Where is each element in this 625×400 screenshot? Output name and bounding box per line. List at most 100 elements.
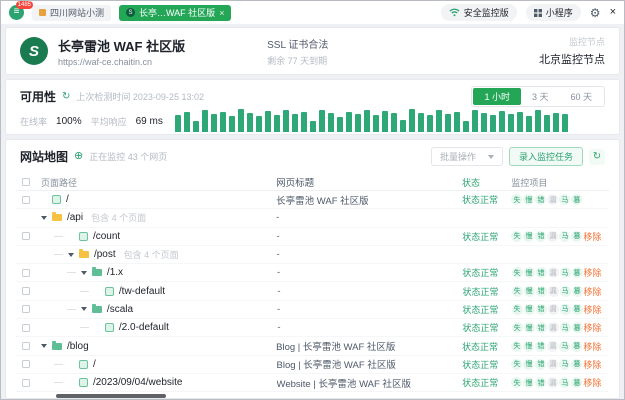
monitor-tag-4[interactable]: 漏 — [547, 359, 558, 370]
monitor-tag-5[interactable]: 马 — [559, 194, 570, 205]
monitor-tag-2[interactable]: 慢 — [523, 377, 534, 388]
page-path[interactable]: / — [93, 359, 96, 370]
row-checkbox[interactable] — [22, 287, 30, 295]
monitor-tag-3[interactable]: 错 — [535, 341, 546, 352]
monitor-tag-6[interactable]: 篡 — [572, 322, 583, 333]
monitor-tag-4[interactable]: 漏 — [548, 304, 559, 315]
add-monitor-task-button[interactable]: 录入监控任务 — [509, 147, 583, 166]
remove-link[interactable]: 移除 — [583, 285, 609, 298]
range-button-2[interactable]: 60 天 — [559, 88, 603, 105]
range-button-1[interactable]: 3 天 — [521, 88, 560, 105]
page-path[interactable]: /api — [67, 212, 83, 223]
monitor-tag-2[interactable]: 慢 — [524, 304, 535, 315]
monitor-tag-5[interactable]: 马 — [559, 377, 570, 388]
tab-site-2[interactable]: S 长亭…WAF 社区版 × — [119, 5, 231, 21]
tree-caret-icon[interactable] — [81, 307, 87, 311]
monitor-tag-3[interactable]: 错 — [536, 322, 547, 333]
page-path[interactable]: /tw-default — [119, 286, 165, 297]
select-all-checkbox[interactable] — [22, 178, 30, 186]
monitor-tag-2[interactable]: 慢 — [524, 286, 535, 297]
row-checkbox[interactable] — [22, 305, 30, 313]
monitor-tag-5[interactable]: 马 — [560, 304, 571, 315]
monitor-tag-6[interactable]: 篡 — [572, 304, 583, 315]
monitor-tag-3[interactable]: 错 — [535, 231, 546, 242]
row-checkbox[interactable] — [22, 342, 30, 350]
row-checkbox[interactable] — [22, 269, 30, 277]
miniapp-button[interactable]: 小程序 — [526, 4, 581, 21]
row-checkbox[interactable] — [22, 360, 30, 368]
app-menu-avatar[interactable]: ≡ 1485 — [9, 5, 24, 20]
monitor-tag-2[interactable]: 慢 — [523, 231, 534, 242]
monitor-tag-4[interactable]: 漏 — [548, 267, 559, 278]
monitor-tag-4[interactable]: 漏 — [547, 194, 558, 205]
monitor-tag-4[interactable]: 漏 — [548, 322, 559, 333]
monitor-tag-3[interactable]: 错 — [536, 304, 547, 315]
monitor-tag-6[interactable]: 篡 — [571, 377, 582, 388]
horizontal-scrollbar[interactable] — [56, 394, 166, 398]
page-path[interactable]: /scala — [107, 304, 133, 315]
monitor-tag-3[interactable]: 错 — [535, 359, 546, 370]
monitor-tag-5[interactable]: 马 — [560, 267, 571, 278]
remove-link[interactable]: 移除 — [583, 266, 609, 279]
remove-link[interactable]: 移除 — [583, 358, 609, 371]
settings-gear-icon[interactable]: ⚙ — [590, 7, 601, 19]
row-checkbox[interactable] — [22, 379, 30, 387]
sitemap-refresh-button[interactable]: ↻ — [589, 149, 605, 165]
monitor-tag-6[interactable]: 篡 — [571, 359, 582, 370]
monitor-tag-2[interactable]: 慢 — [523, 359, 534, 370]
tree-caret-icon[interactable] — [81, 271, 87, 275]
remove-link[interactable]: 移除 — [583, 230, 609, 243]
remove-link[interactable]: 移除 — [583, 340, 609, 353]
monitor-tag-2[interactable]: 慢 — [523, 341, 534, 352]
monitor-tag-3[interactable]: 错 — [535, 194, 546, 205]
monitor-tag-6[interactable]: 篡 — [572, 267, 583, 278]
remove-link[interactable]: 移除 — [583, 303, 609, 316]
monitor-tag-6[interactable]: 篡 — [571, 341, 582, 352]
refresh-icon[interactable]: ↻ — [62, 92, 70, 102]
tree-caret-icon[interactable] — [68, 253, 74, 257]
monitor-tag-1[interactable]: 失 — [511, 359, 522, 370]
tree-caret-icon[interactable] — [41, 344, 47, 348]
edition-button[interactable]: 安全监控版 — [441, 4, 517, 21]
page-path[interactable]: /blog — [67, 341, 89, 352]
monitor-tag-4[interactable]: 漏 — [547, 341, 558, 352]
monitor-tag-3[interactable]: 错 — [536, 286, 547, 297]
site-url[interactable]: https://waf-ce.chaitin.cn — [58, 57, 185, 67]
monitor-tag-6[interactable]: 篡 — [571, 231, 582, 242]
monitor-tag-1[interactable]: 失 — [512, 304, 523, 315]
window-close-icon[interactable]: × — [610, 7, 616, 18]
monitor-tag-4[interactable]: 漏 — [547, 231, 558, 242]
page-path[interactable]: /post — [94, 249, 116, 260]
tab-site-1[interactable]: 四川网站小测 — [32, 5, 111, 21]
monitor-tag-1[interactable]: 失 — [512, 267, 523, 278]
row-checkbox[interactable] — [22, 196, 30, 204]
monitor-tag-1[interactable]: 失 — [511, 194, 522, 205]
monitor-tag-4[interactable]: 漏 — [548, 286, 559, 297]
page-path[interactable]: / — [66, 194, 69, 205]
row-checkbox[interactable] — [22, 324, 30, 332]
tree-caret-icon[interactable] — [41, 216, 47, 220]
monitor-tag-4[interactable]: 漏 — [547, 377, 558, 388]
monitor-tag-2[interactable]: 慢 — [523, 194, 534, 205]
monitor-tag-5[interactable]: 马 — [559, 231, 570, 242]
monitor-tag-5[interactable]: 马 — [560, 286, 571, 297]
page-path[interactable]: /1.x — [107, 267, 123, 278]
monitor-tag-2[interactable]: 慢 — [524, 267, 535, 278]
monitor-tag-5[interactable]: 马 — [560, 322, 571, 333]
monitor-tag-1[interactable]: 失 — [512, 286, 523, 297]
monitor-tag-1[interactable]: 失 — [511, 231, 522, 242]
row-checkbox[interactable] — [22, 232, 30, 240]
monitor-tag-1[interactable]: 失 — [512, 322, 523, 333]
tab-close-icon[interactable]: × — [219, 8, 224, 18]
monitor-tag-6[interactable]: 篡 — [571, 194, 582, 205]
remove-link[interactable]: 移除 — [583, 376, 609, 389]
page-path[interactable]: /2023/09/04/website — [93, 377, 183, 388]
monitor-tag-1[interactable]: 失 — [511, 341, 522, 352]
monitor-tag-5[interactable]: 马 — [559, 341, 570, 352]
monitor-tag-6[interactable]: 篡 — [572, 286, 583, 297]
page-path[interactable]: /count — [93, 231, 120, 242]
monitor-tag-1[interactable]: 失 — [511, 377, 522, 388]
monitor-tag-5[interactable]: 马 — [559, 359, 570, 370]
page-path[interactable]: /2.0-default — [119, 322, 169, 333]
range-button-0[interactable]: 1 小时 — [473, 88, 521, 105]
